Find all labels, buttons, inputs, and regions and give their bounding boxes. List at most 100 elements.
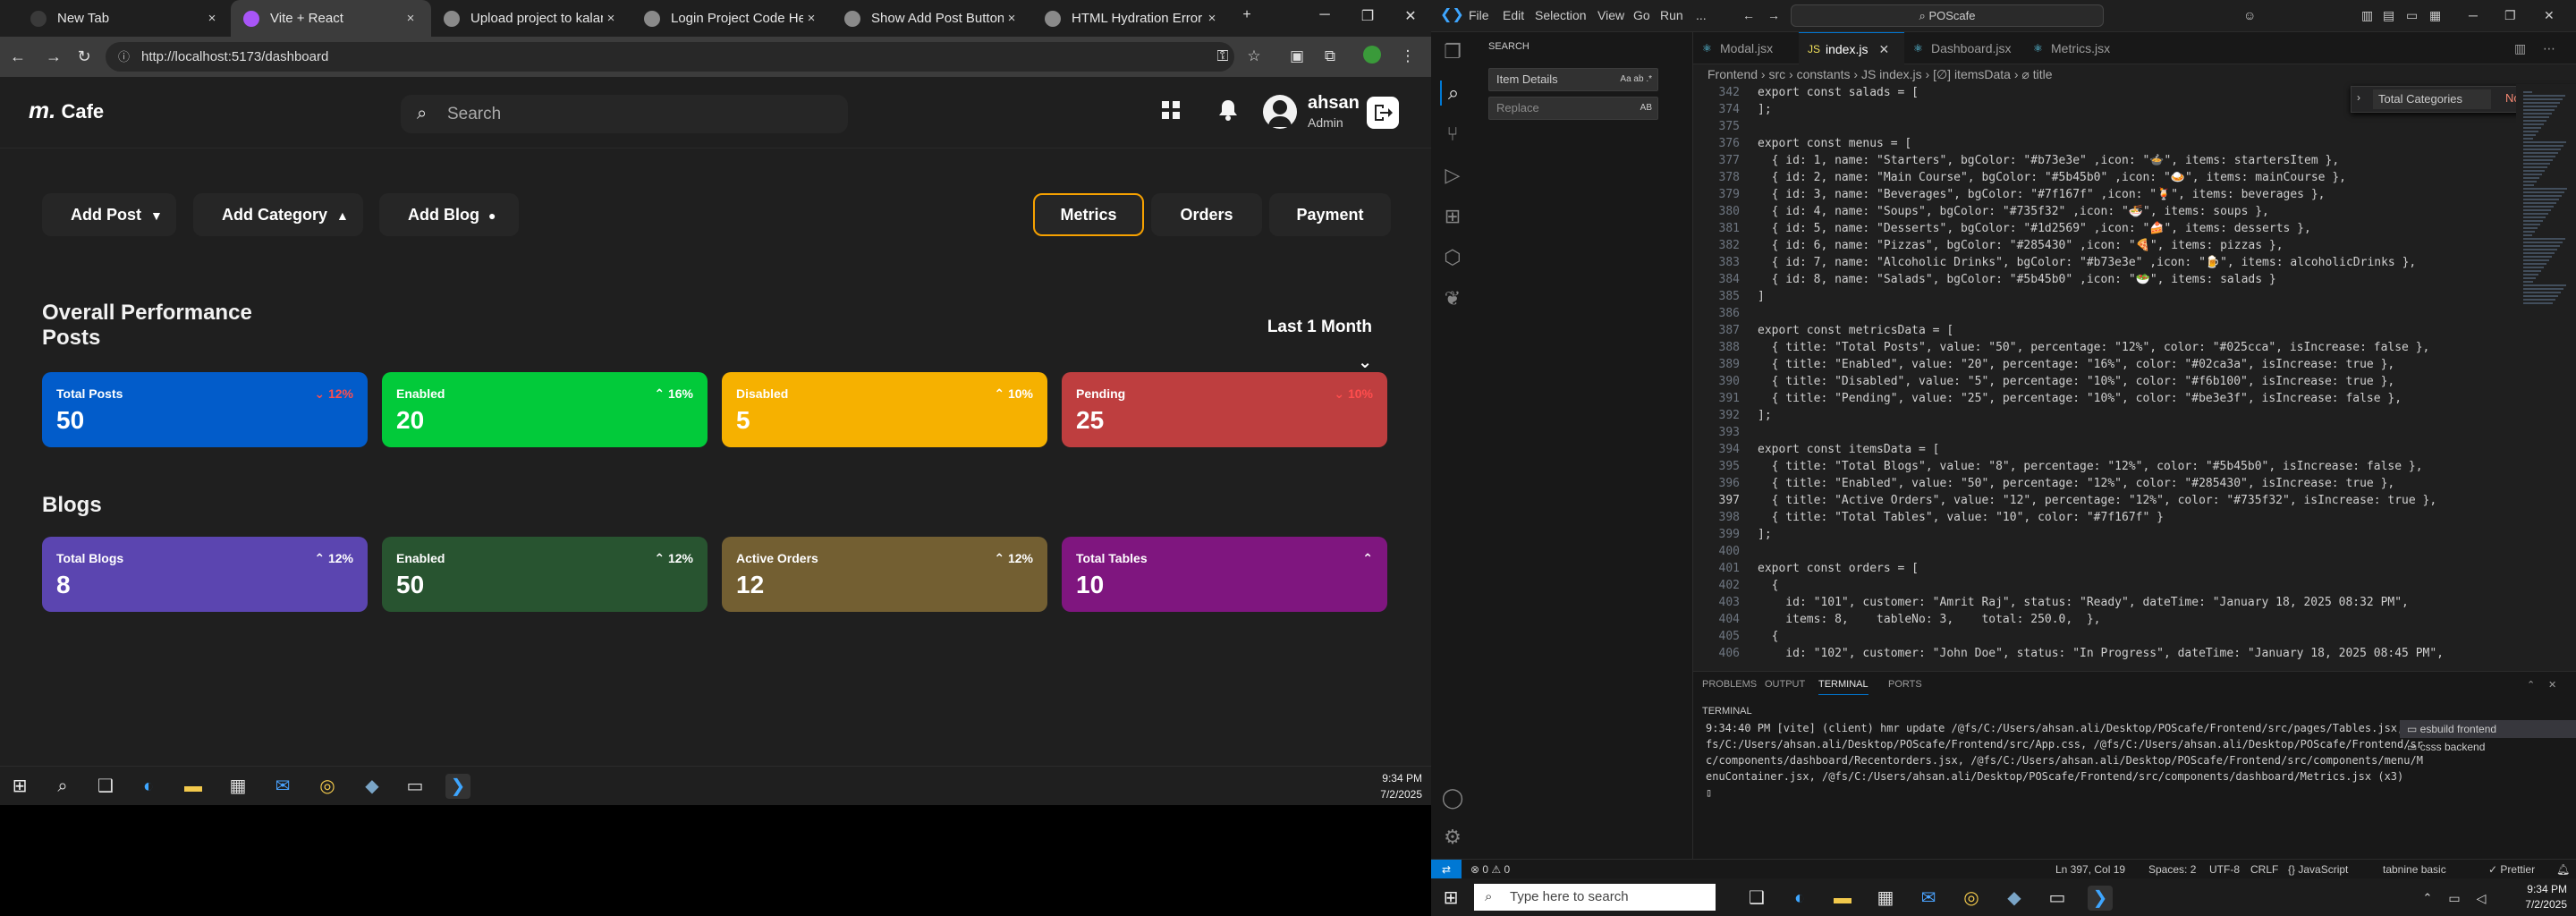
toggle-secondary-icon[interactable]: ▦ [2429, 8, 2441, 23]
task-view-icon[interactable]: ❑ [1744, 886, 1769, 911]
terminal-icon[interactable]: ▭ [2045, 886, 2070, 911]
app-icon[interactable]: ◆ [360, 774, 385, 799]
add-category-button[interactable]: Add Category ▲ [193, 193, 363, 236]
code-line[interactable]: 393 [1693, 424, 2516, 441]
code-line[interactable]: 399]; [1693, 526, 2516, 543]
code-line[interactable]: 405 { [1693, 628, 2516, 645]
split-editor-icon[interactable]: ▥ [2514, 32, 2541, 64]
more-actions-icon[interactable]: ⋯ [2543, 32, 2570, 64]
nav-back-icon[interactable]: ← [1742, 8, 1755, 22]
chrome-icon[interactable]: ◎ [1959, 886, 1984, 911]
encoding-status[interactable]: UTF-8 [2209, 860, 2240, 879]
windows-start-icon[interactable]: ⊞ [7, 774, 32, 799]
code-line[interactable]: 379 { id: 3, name: "Beverages", bgColor:… [1693, 186, 2516, 203]
panel-tab-terminal[interactable]: TERMINAL [1818, 679, 1868, 695]
menu-edit[interactable]: Edit [1503, 8, 1524, 22]
code-line[interactable]: 394 export const itemsData = [ [1693, 441, 2516, 458]
metric-card[interactable]: Active Orders 12 ⌃ 12% [722, 537, 1047, 612]
browser-tab-upload[interactable]: Upload project to kalams.org × [431, 0, 631, 37]
breadcrumb[interactable]: Frontend › src › constants › JS index.js… [1693, 64, 2576, 84]
search-input[interactable]: ⌕ Search [401, 95, 848, 133]
run-debug-icon[interactable]: ▷ [1440, 163, 1465, 188]
tab-dashboard-jsx[interactable]: ⚛ Dashboard.jsx [1904, 32, 2024, 64]
edge-icon[interactable]: ◐ [1787, 886, 1812, 911]
logout-icon[interactable] [1367, 97, 1399, 129]
tray-chevron-icon[interactable]: ⌃ [2415, 886, 2440, 911]
metric-card[interactable]: Enabled 50 ⌃ 12% [382, 537, 708, 612]
add-post-button[interactable]: Add Post ▼ [42, 193, 176, 236]
command-center[interactable]: ⌕ POScafe [1791, 4, 2104, 27]
close-tab-icon[interactable]: × [402, 11, 419, 26]
terminal-item-esbuild[interactable]: ▭ esbuild frontend [2400, 720, 2576, 738]
extension-icon[interactable]: ▣ [1286, 46, 1308, 67]
bookmark-star-icon[interactable]: ☆ [1243, 46, 1265, 67]
toggle-replace-icon[interactable]: › [2357, 91, 2360, 104]
mongodb-icon[interactable]: ❦ [1440, 286, 1465, 311]
site-info-icon[interactable]: ⓘ [118, 42, 130, 72]
browser-tab-hydration[interactable]: HTML Hydration Error Fix × [1032, 0, 1233, 37]
browser-menu-icon[interactable]: ⋮ [1397, 46, 1419, 67]
panel-tab-output[interactable]: OUTPUT [1765, 679, 1805, 690]
mail-icon[interactable]: ✉ [270, 774, 295, 799]
store-icon[interactable]: ▦ [225, 774, 250, 799]
metric-card[interactable]: Disabled 5 ⌃ 10% [722, 372, 1047, 447]
manage-gear-icon[interactable]: ⚙ [1440, 825, 1465, 850]
notification-bell-icon[interactable] [1215, 98, 1241, 125]
metric-card[interactable]: Total Blogs 8 ⌃ 12% [42, 537, 368, 612]
search-field[interactable]: Item Details Aa ab .* [1488, 68, 1658, 91]
terminal-item-csss[interactable]: ▭ csss backend [2400, 738, 2576, 756]
tab-modal-jsx[interactable]: ⚛ Modal.jsx [1693, 32, 1799, 64]
minimap[interactable] [2516, 84, 2576, 666]
tabnine-status[interactable]: tabnine basic [2383, 860, 2446, 879]
extensions-puzzle-icon[interactable]: ⧉ [1319, 46, 1341, 67]
replace-field[interactable]: Replace AB [1488, 97, 1658, 120]
close-tab-icon[interactable]: ✕ [1878, 42, 1889, 56]
volume-icon[interactable]: ◁ [2469, 886, 2494, 911]
code-line[interactable]: 385] [1693, 288, 2516, 305]
code-line[interactable]: 375 [1693, 118, 2516, 135]
code-line[interactable]: 400 [1693, 543, 2516, 560]
panel-tab-problems[interactable]: PROBLEMS [1702, 679, 1757, 690]
close-tab-icon[interactable]: × [1004, 11, 1020, 26]
code-line[interactable]: 377 { id: 1, name: "Starters", bgColor: … [1693, 152, 2516, 169]
browser-tab-new-tab[interactable]: New Tab × [18, 0, 233, 37]
close-panel-icon[interactable]: ✕ [2548, 679, 2556, 691]
taskbar-clock[interactable]: 9:34 PM 7/2/2025 [1368, 770, 1422, 802]
remote-indicator-icon[interactable]: ⇄ [1431, 860, 1462, 878]
code-line[interactable]: 404 items: 8, tableNo: 3, total: 250.0, … [1693, 611, 2516, 628]
windows-start-icon[interactable]: ⊞ [1438, 886, 1463, 911]
task-view-icon[interactable]: ❑ [93, 774, 118, 799]
code-line[interactable]: 390 { title: "Disabled", value: "5", per… [1693, 373, 2516, 390]
close-tab-icon[interactable]: × [803, 11, 819, 26]
preserve-case-icon[interactable]: AB [1640, 98, 1652, 119]
eol-status[interactable]: CRLF [2250, 860, 2278, 879]
remote-explorer-icon[interactable]: ⬡ [1440, 245, 1465, 270]
code-line[interactable]: 391 { title: "Pending", value: "25", per… [1693, 390, 2516, 407]
code-line[interactable]: 395 { title: "Total Blogs", value: "8", … [1693, 458, 2516, 475]
menu-go[interactable]: Go [1633, 8, 1650, 22]
password-key-icon[interactable]: ⚿ [1212, 46, 1233, 67]
minimize-icon[interactable]: ─ [1315, 7, 1335, 23]
browser-tab-add-post[interactable]: Show Add Post Button × [832, 0, 1032, 37]
code-line[interactable]: 401 export const orders = [ [1693, 560, 2516, 577]
code-editor[interactable]: 342 export const salads = [374]; 375 376 exp… [1693, 84, 2516, 666]
search-icon[interactable]: ⌕ [1440, 81, 1465, 106]
edge-icon[interactable]: ◐ [136, 774, 161, 799]
code-line[interactable]: 389 { title: "Enabled", value: "20", per… [1693, 356, 2516, 373]
search-options-icon[interactable]: Aa ab .* [1620, 69, 1652, 90]
menu-view[interactable]: View [1597, 8, 1624, 22]
chrome-icon[interactable]: ◎ [315, 774, 340, 799]
metric-card[interactable]: Total Tables 10 ⌃ [1062, 537, 1387, 612]
code-line[interactable]: 386 [1693, 305, 2516, 322]
find-input[interactable]: Total Categories [2373, 89, 2491, 109]
close-tab-icon[interactable]: × [603, 11, 619, 26]
code-line[interactable]: 383 { id: 7, name: "Alcoholic Drinks", b… [1693, 254, 2516, 271]
code-line[interactable]: 392]; [1693, 407, 2516, 424]
tab-orders[interactable]: Orders [1151, 193, 1262, 236]
store-icon[interactable]: ▦ [1873, 886, 1898, 911]
prettier-status[interactable]: ✓ Prettier [2488, 860, 2535, 879]
code-line[interactable]: 381 { id: 5, name: "Desserts", bgColor: … [1693, 220, 2516, 237]
close-window-icon[interactable]: ✕ [2544, 8, 2555, 23]
code-line[interactable]: 382 { id: 6, name: "Pizzas", bgColor: "#… [1693, 237, 2516, 254]
reload-icon[interactable]: ↻ [73, 46, 95, 67]
